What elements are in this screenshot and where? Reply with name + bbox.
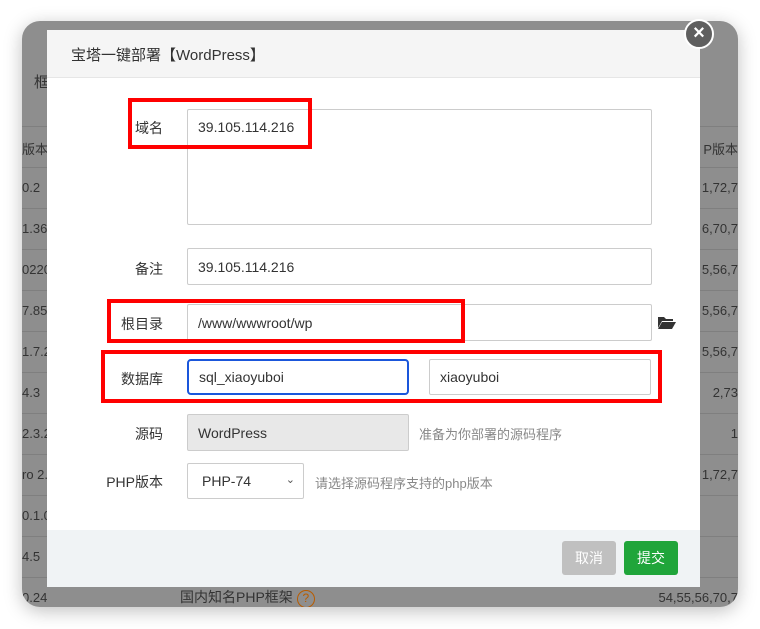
php-version-select[interactable]: PHP-74 ⌄	[187, 463, 304, 499]
highlight-box-root	[107, 299, 465, 343]
bg-cell-right: 5,56,7	[701, 262, 738, 277]
bg-cell-right: 1,72,7	[701, 180, 738, 195]
php-label: PHP版本	[106, 474, 163, 490]
remark-input[interactable]: 39.105.114.216	[187, 248, 652, 285]
bg-cell-left: 1.36	[22, 221, 48, 236]
source-input: WordPress	[187, 414, 409, 451]
source-label: 源码	[135, 426, 163, 442]
bg-cell-right: P版本	[703, 142, 738, 157]
bg-cell-right: 2,73	[712, 385, 738, 400]
bg-framework-label: 国内知名PHP框架	[180, 589, 293, 605]
bg-cell-left: 版本	[22, 142, 49, 157]
help-icon[interactable]: ?	[296, 590, 315, 607]
bg-framework-desc: 国内知名PHP框架?	[180, 587, 315, 607]
bg-cell-left: 4.3	[22, 385, 41, 400]
bg-cell-right: 1,72,7	[701, 467, 738, 482]
highlight-box-domain	[128, 98, 312, 149]
bg-cell-right: 1	[730, 426, 738, 441]
bg-cell-right: 6,70,7	[701, 221, 738, 236]
bg-cell-left: 0.24	[22, 590, 48, 605]
cancel-button[interactable]: 取消	[562, 541, 616, 575]
submit-button[interactable]: 提交	[624, 541, 678, 575]
bg-cell-left: 0.2	[22, 180, 41, 195]
close-icon[interactable]: ×	[684, 19, 714, 49]
bg-cell-left: 7.85	[22, 303, 48, 318]
chevron-down-icon: ⌄	[285, 474, 295, 486]
remark-label: 备注	[135, 261, 163, 277]
bg-cell-right: 54,55,56,70,7	[658, 590, 738, 605]
php-hint: 请选择源码程序支持的php版本	[315, 476, 493, 491]
highlight-box-database	[101, 350, 662, 403]
bg-cell-right: 5,56,7	[701, 344, 738, 359]
source-hint: 准备为你部署的源码程序	[419, 427, 563, 442]
dialog-title: 宝塔一键部署【WordPress】	[47, 30, 700, 78]
bg-cell-right: 5,56,7	[701, 303, 738, 318]
bg-cell-left: 4.5	[22, 549, 41, 564]
folder-icon[interactable]	[658, 315, 676, 329]
php-version-value: PHP-74	[202, 473, 252, 489]
